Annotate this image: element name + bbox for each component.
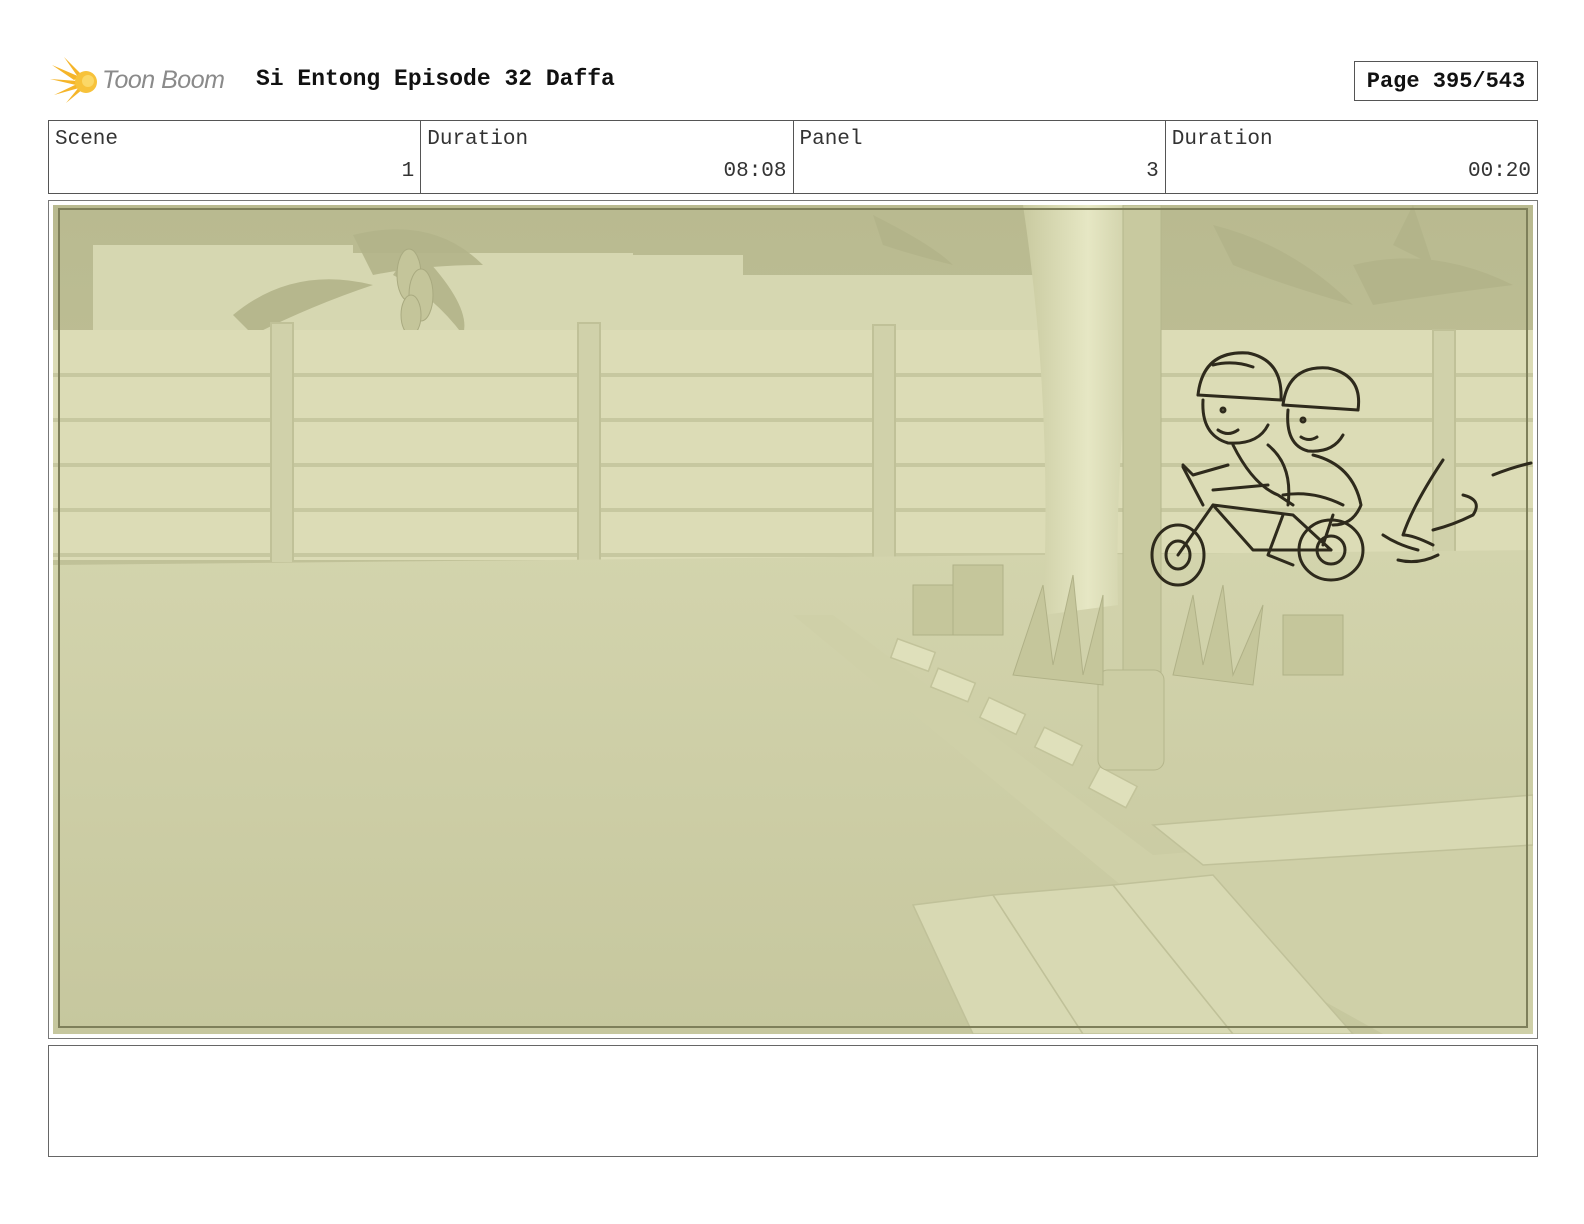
toon-boom-logo: Toon Boom xyxy=(50,54,240,106)
pole xyxy=(1122,205,1162,686)
scene-duration-cell: Duration 08:08 xyxy=(421,121,794,193)
panel-label: Panel xyxy=(799,128,863,151)
storyboard-panel xyxy=(48,200,1538,1039)
notes-box xyxy=(48,1045,1538,1157)
pole-base xyxy=(1097,669,1165,771)
logo-text: Toon Boom xyxy=(102,65,225,94)
panel-duration-label: Duration xyxy=(1171,128,1273,151)
scene-duration-value: 08:08 xyxy=(723,160,787,183)
scene-cell: Scene 1 xyxy=(49,121,422,193)
page-indicator: Page 395/543 xyxy=(1354,61,1538,101)
document-title: Si Entong Episode 32 Daffa xyxy=(256,66,615,92)
panel-duration-cell: Duration 00:20 xyxy=(1166,121,1537,193)
panel-image xyxy=(53,205,1533,1034)
panel-cell: Panel 3 xyxy=(794,121,1166,193)
scene-duration-label: Duration xyxy=(427,128,529,151)
panel-value: 3 xyxy=(1146,160,1159,183)
scene-value: 1 xyxy=(401,160,415,183)
scene-label: Scene xyxy=(55,128,119,151)
info-table: Scene 1 Duration 08:08 Panel 3 Duration … xyxy=(48,120,1538,194)
starburst-logo-icon xyxy=(50,57,97,103)
panel-duration-value: 00:20 xyxy=(1467,160,1531,183)
